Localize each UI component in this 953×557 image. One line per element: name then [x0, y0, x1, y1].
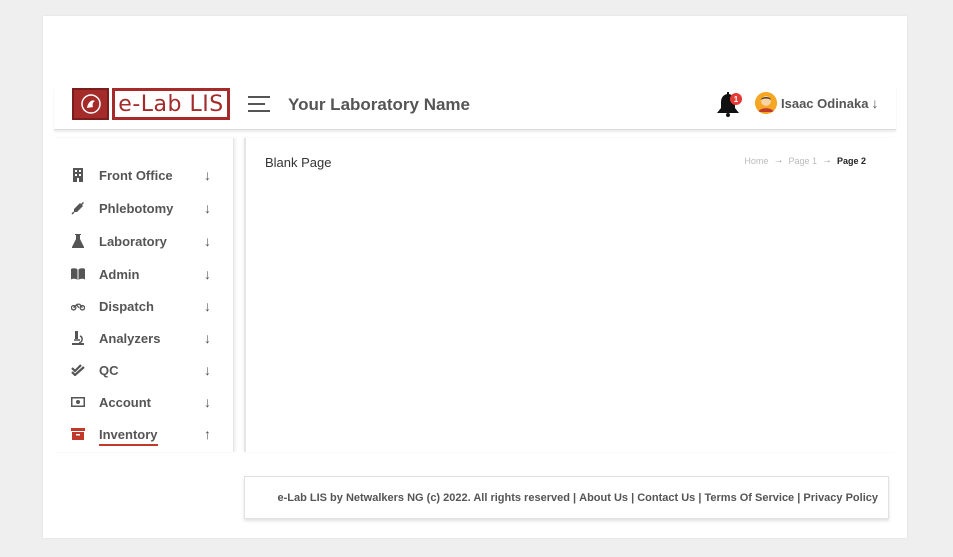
sidebar-item-label: Laboratory	[99, 233, 167, 249]
sidebar-item-label: Phlebotomy	[99, 200, 174, 216]
footer-divider: |	[628, 491, 638, 504]
expand-arrow-icon: ↓	[204, 298, 211, 314]
breadcrumb-arrow-icon: →	[821, 155, 832, 166]
sidebar-item-front-office[interactable]: Front Office ↓	[54, 160, 234, 190]
sidebar-item-inventory[interactable]: Inventory ↑	[54, 419, 234, 449]
menu-toggle-icon[interactable]	[248, 96, 270, 112]
main-content: Blank Page Home → Page 1 → Page 2	[244, 138, 896, 452]
expand-arrow-icon: ↓	[204, 167, 211, 183]
page-title: Blank Page	[265, 155, 332, 170]
sidebar-item-admin[interactable]: Admin ↓	[54, 259, 234, 289]
expand-arrow-icon: ↓	[204, 362, 211, 378]
logo-text: e-Lab LIS	[112, 88, 230, 120]
sidebar-item-dispatch[interactable]: Dispatch ↓	[54, 291, 234, 321]
avatar	[755, 92, 777, 114]
footer-link-privacy[interactable]: Privacy Policy	[803, 492, 878, 504]
sidebar-item-label: Account	[99, 394, 151, 410]
footer-link-terms[interactable]: Terms Of Service	[705, 492, 795, 504]
money-bill-icon	[71, 395, 85, 409]
logo-emblem-icon	[72, 88, 109, 120]
breadcrumb-page-1[interactable]: Page 1	[788, 156, 817, 166]
user-name: Isaac Odinaka	[781, 95, 869, 111]
notification-badge: 1	[730, 93, 742, 105]
footer-link-about[interactable]: About Us	[579, 492, 628, 504]
sidebar-item-analyzers[interactable]: Analyzers ↓	[54, 323, 234, 353]
expand-arrow-icon: ↓	[204, 233, 211, 249]
expand-arrow-icon: ↓	[204, 394, 211, 410]
sidebar-item-label: Analyzers	[99, 330, 161, 346]
flask-icon	[71, 234, 85, 248]
expand-arrow-icon: ↓	[204, 266, 211, 282]
footer-divider: |	[569, 491, 580, 504]
sidebar-item-laboratory[interactable]: Laboratory ↓	[54, 226, 234, 256]
breadcrumb-page-2: Page 2	[836, 155, 866, 166]
collapse-arrow-icon: ↑	[204, 426, 211, 442]
lab-name: Your Laboratory Name	[288, 95, 471, 114]
building-icon	[71, 168, 85, 182]
user-menu-arrow-icon: ↓	[871, 95, 879, 111]
sidebar-item-qc[interactable]: QC ↓	[54, 355, 234, 385]
sidebar-item-label: Admin	[99, 266, 140, 282]
motorcycle-icon	[71, 299, 85, 313]
footer-divider: |	[695, 491, 705, 504]
footer: e-Lab LIS by Netwalkers NG (c) 2022. All…	[244, 476, 889, 519]
double-check-icon	[71, 363, 85, 377]
breadcrumb-arrow-icon: →	[773, 155, 784, 166]
sidebar-item-phlebotomy[interactable]: Phlebotomy ↓	[54, 193, 234, 223]
logo[interactable]: e-Lab LIS	[72, 88, 230, 120]
archive-box-icon	[71, 427, 85, 441]
sidebar-item-label: Front Office	[99, 167, 173, 183]
microscope-icon	[71, 331, 85, 345]
book-icon	[71, 267, 85, 281]
sidebar: Front Office ↓ Phlebotomy ↓ Laboratory ↓…	[54, 138, 234, 452]
sidebar-item-label: Inventory	[99, 427, 158, 446]
expand-arrow-icon: ↓	[204, 200, 211, 216]
breadcrumb: Home → Page 1 → Page 2	[744, 155, 866, 166]
sidebar-item-account[interactable]: Account ↓	[54, 387, 234, 417]
top-header: e-Lab LIS Your Laboratory Name 1 Isaac O…	[54, 86, 896, 130]
sidebar-item-label: QC	[99, 362, 119, 378]
footer-copyright: e-Lab LIS by Netwalkers NG (c) 2022. All…	[277, 491, 570, 504]
syringe-icon	[71, 201, 85, 215]
footer-link-contact[interactable]: Contact Us	[637, 492, 695, 504]
sidebar-item-label: Dispatch	[99, 298, 154, 314]
notification-bell-icon[interactable]: 1	[715, 89, 743, 117]
expand-arrow-icon: ↓	[204, 330, 211, 346]
user-menu[interactable]: Isaac Odinaka ↓	[755, 92, 878, 114]
footer-divider: |	[794, 491, 804, 504]
breadcrumb-home[interactable]: Home	[744, 156, 768, 166]
